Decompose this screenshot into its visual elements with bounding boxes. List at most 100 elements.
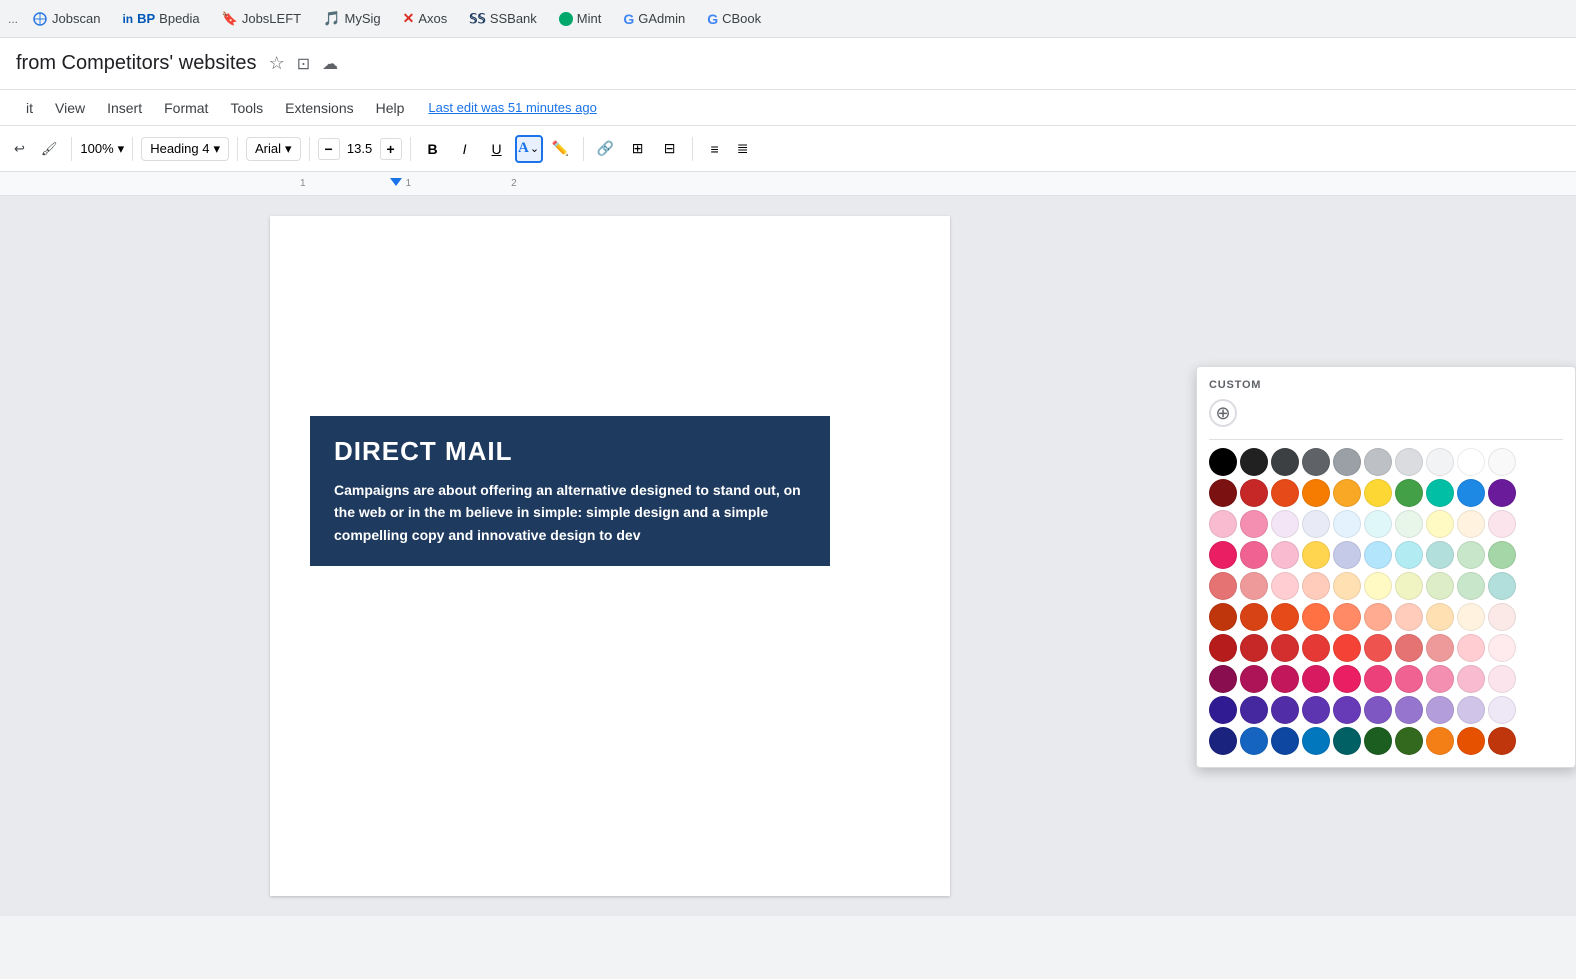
color-swatch-9[interactable]	[1488, 448, 1516, 476]
color-swatch-95[interactable]	[1364, 727, 1392, 755]
color-swatch-40[interactable]	[1209, 572, 1237, 600]
color-swatch-2[interactable]	[1271, 448, 1299, 476]
highlight-color-button[interactable]: ✏️	[547, 135, 575, 163]
color-swatch-39[interactable]	[1488, 541, 1516, 569]
color-swatch-42[interactable]	[1271, 572, 1299, 600]
menu-it[interactable]: it	[16, 96, 43, 120]
color-swatch-60[interactable]	[1209, 634, 1237, 662]
color-swatch-55[interactable]	[1364, 603, 1392, 631]
color-swatch-57[interactable]	[1426, 603, 1454, 631]
menu-format[interactable]: Format	[154, 96, 218, 120]
font-selector[interactable]: Arial ▾	[246, 137, 301, 161]
color-swatch-21[interactable]	[1240, 510, 1268, 538]
color-swatch-22[interactable]	[1271, 510, 1299, 538]
insert-table-button[interactable]: ⊟	[656, 135, 684, 163]
color-swatch-62[interactable]	[1271, 634, 1299, 662]
color-swatch-27[interactable]	[1426, 510, 1454, 538]
color-swatch-82[interactable]	[1271, 696, 1299, 724]
color-swatch-61[interactable]	[1240, 634, 1268, 662]
undo-button[interactable]: ↩	[8, 137, 31, 161]
color-swatch-73[interactable]	[1302, 665, 1330, 693]
color-swatch-11[interactable]	[1240, 479, 1268, 507]
insert-link-button[interactable]: 🔗	[592, 135, 620, 163]
color-swatch-94[interactable]	[1333, 727, 1361, 755]
color-swatch-71[interactable]	[1240, 665, 1268, 693]
bookmark-bp[interactable]: in BP Bpedia	[114, 8, 207, 29]
color-swatch-23[interactable]	[1302, 510, 1330, 538]
color-swatch-35[interactable]	[1364, 541, 1392, 569]
color-swatch-87[interactable]	[1426, 696, 1454, 724]
color-swatch-12[interactable]	[1271, 479, 1299, 507]
bookmark-ssbank[interactable]: 𝕊𝕊 SSBank	[461, 8, 545, 30]
color-swatch-70[interactable]	[1209, 665, 1237, 693]
add-custom-color-button[interactable]: ⊕	[1209, 399, 1237, 427]
color-swatch-5[interactable]	[1364, 448, 1392, 476]
menu-view[interactable]: View	[45, 96, 95, 120]
bookmark-mysig[interactable]: 🎵 MySig	[315, 7, 389, 30]
folder-icon[interactable]: ⊡	[297, 54, 310, 74]
color-swatch-41[interactable]	[1240, 572, 1268, 600]
insert-image-button[interactable]: ⊞	[624, 135, 652, 163]
zoom-control[interactable]: 100% ▾	[80, 141, 124, 157]
color-swatch-84[interactable]	[1333, 696, 1361, 724]
italic-button[interactable]: I	[451, 135, 479, 163]
color-swatch-33[interactable]	[1302, 541, 1330, 569]
color-swatch-1[interactable]	[1240, 448, 1268, 476]
color-swatch-50[interactable]	[1209, 603, 1237, 631]
color-swatch-44[interactable]	[1333, 572, 1361, 600]
cloud-icon[interactable]: ☁	[322, 54, 338, 74]
color-swatch-80[interactable]	[1209, 696, 1237, 724]
color-swatch-78[interactable]	[1457, 665, 1485, 693]
color-swatch-8[interactable]	[1457, 448, 1485, 476]
bookmark-mint[interactable]: Mint	[551, 8, 610, 29]
text-color-button[interactable]: A ⌄	[515, 135, 543, 163]
color-swatch-14[interactable]	[1333, 479, 1361, 507]
color-swatch-67[interactable]	[1426, 634, 1454, 662]
color-swatch-68[interactable]	[1457, 634, 1485, 662]
color-swatch-75[interactable]	[1364, 665, 1392, 693]
color-swatch-52[interactable]	[1271, 603, 1299, 631]
color-swatch-31[interactable]	[1240, 541, 1268, 569]
color-swatch-49[interactable]	[1488, 572, 1516, 600]
color-swatch-58[interactable]	[1457, 603, 1485, 631]
color-swatch-30[interactable]	[1209, 541, 1237, 569]
color-swatch-6[interactable]	[1395, 448, 1423, 476]
color-swatch-74[interactable]	[1333, 665, 1361, 693]
color-swatch-54[interactable]	[1333, 603, 1361, 631]
color-swatch-13[interactable]	[1302, 479, 1330, 507]
color-swatch-69[interactable]	[1488, 634, 1516, 662]
color-swatch-72[interactable]	[1271, 665, 1299, 693]
color-swatch-10[interactable]	[1209, 479, 1237, 507]
color-swatch-91[interactable]	[1240, 727, 1268, 755]
color-swatch-45[interactable]	[1364, 572, 1392, 600]
color-swatch-64[interactable]	[1333, 634, 1361, 662]
color-swatch-59[interactable]	[1488, 603, 1516, 631]
color-swatch-36[interactable]	[1395, 541, 1423, 569]
paint-format-button[interactable]: 🖌	[35, 137, 64, 161]
color-swatch-51[interactable]	[1240, 603, 1268, 631]
align-left-button[interactable]: ≡	[701, 135, 729, 163]
color-swatch-15[interactable]	[1364, 479, 1392, 507]
color-swatch-0[interactable]	[1209, 448, 1237, 476]
menu-help[interactable]: Help	[366, 96, 415, 120]
color-swatch-98[interactable]	[1457, 727, 1485, 755]
bookmark-axos[interactable]: ✕ Axos	[395, 7, 456, 30]
color-swatch-47[interactable]	[1426, 572, 1454, 600]
menu-insert[interactable]: Insert	[97, 96, 152, 120]
color-swatch-18[interactable]	[1457, 479, 1485, 507]
color-swatch-34[interactable]	[1333, 541, 1361, 569]
color-swatch-97[interactable]	[1426, 727, 1454, 755]
color-swatch-90[interactable]	[1209, 727, 1237, 755]
color-swatch-16[interactable]	[1395, 479, 1423, 507]
color-swatch-99[interactable]	[1488, 727, 1516, 755]
color-swatch-53[interactable]	[1302, 603, 1330, 631]
color-swatch-3[interactable]	[1302, 448, 1330, 476]
color-swatch-24[interactable]	[1333, 510, 1361, 538]
underline-button[interactable]: U	[483, 135, 511, 163]
color-swatch-38[interactable]	[1457, 541, 1485, 569]
color-swatch-48[interactable]	[1457, 572, 1485, 600]
align-more-button[interactable]: ≣	[729, 135, 757, 163]
star-icon[interactable]: ☆	[269, 53, 285, 74]
menu-tools[interactable]: Tools	[220, 96, 273, 120]
color-swatch-37[interactable]	[1426, 541, 1454, 569]
